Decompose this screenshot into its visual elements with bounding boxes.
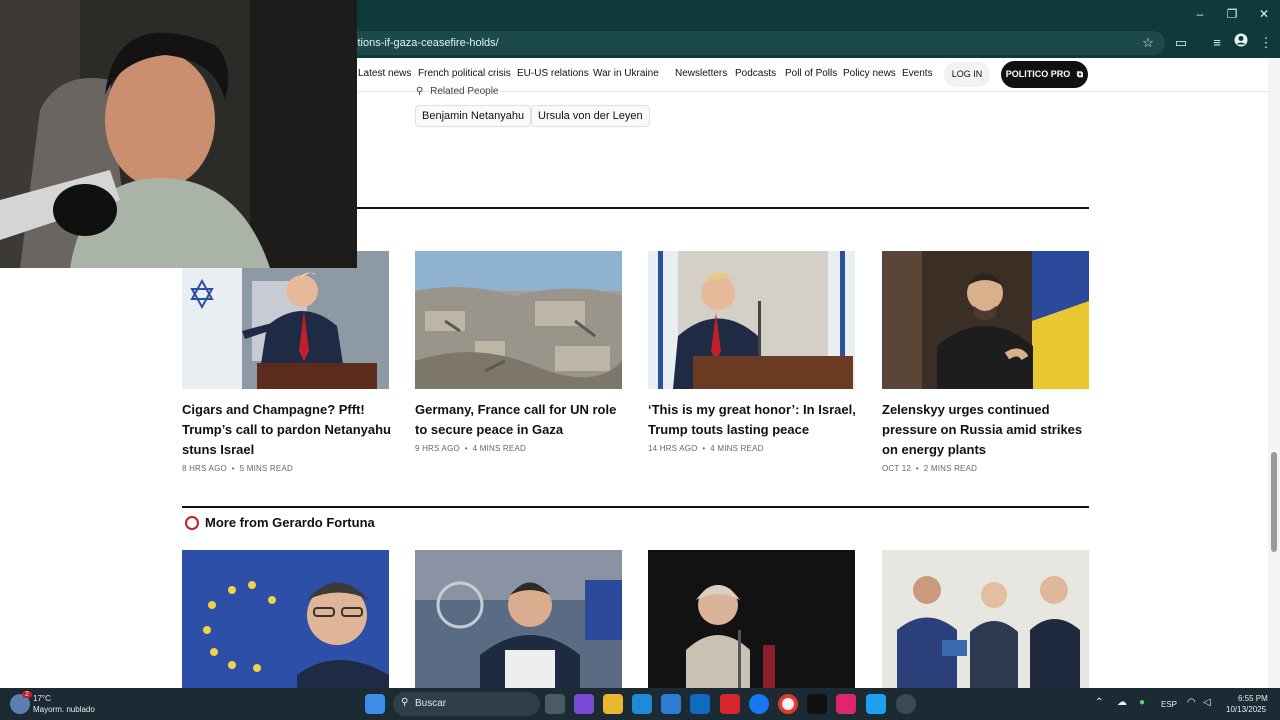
section-divider — [182, 506, 1089, 508]
taskbar-search[interactable]: Buscar — [393, 692, 540, 716]
wifi-icon[interactable]: ◠ — [1187, 697, 1196, 708]
cloud-icon[interactable]: ☁ — [1117, 697, 1127, 708]
nav-poll-of-polls[interactable]: Poll of Polls — [785, 68, 837, 79]
weather-condition: Mayorm. nublado — [33, 705, 95, 714]
article-image[interactable] — [182, 251, 389, 389]
start-icon[interactable] — [365, 694, 385, 714]
nav-policy-news[interactable]: Policy news — [843, 68, 896, 79]
article-read-time: 4 MINS READ — [472, 444, 526, 453]
scrollbar-thumb[interactable] — [1271, 452, 1277, 552]
nav-war-in-ukraine[interactable]: War in Ukraine — [593, 68, 659, 79]
search-icon: ⚲ — [401, 697, 409, 708]
related-people-heading: ⚲ Related People — [416, 86, 499, 97]
article-image[interactable] — [415, 550, 622, 688]
more-from-label: More from Gerardo Fortuna — [205, 515, 375, 530]
tiktok-studio-icon[interactable] — [836, 694, 856, 714]
twitter-icon[interactable] — [866, 694, 886, 714]
article-image[interactable] — [182, 550, 389, 688]
windows-taskbar: 2 17°C Mayorm. nublado Buscar ⚲ ⌃ ☁ ● ES… — [0, 688, 1280, 720]
article-image[interactable] — [648, 251, 855, 389]
chevron-up-icon[interactable]: ⌃ — [1095, 697, 1103, 708]
obs-icon[interactable] — [896, 694, 916, 714]
copilot-icon[interactable] — [574, 694, 594, 714]
article-time: 14 HRS AGO — [648, 444, 698, 453]
article-image[interactable] — [648, 550, 855, 688]
related-person-chip[interactable]: Benjamin Netanyahu — [415, 105, 532, 127]
tab-search-icon[interactable]: ≡ — [1207, 33, 1227, 53]
article-meta: 9 HRS AGO • 4 MINS READ — [415, 444, 526, 453]
close-window-button[interactable]: ✕ — [1248, 0, 1280, 28]
article-meta: OCT 12 • 2 MINS READ — [882, 464, 978, 473]
article-read-time: 5 MINS READ — [239, 464, 293, 473]
nav-newsletters[interactable]: Newsletters — [675, 68, 727, 79]
more-from-heading: More from Gerardo Fortuna — [185, 515, 375, 530]
file-explorer-icon[interactable] — [603, 694, 623, 714]
article-image[interactable] — [882, 550, 1089, 688]
article-read-time: 2 MINS READ — [923, 464, 978, 473]
article-title[interactable]: ‘This is my great honor’: In Israel, Tru… — [648, 400, 858, 440]
window-controls: – ❐ ✕ — [1184, 0, 1280, 28]
star-icon[interactable]: ☆ — [1138, 33, 1158, 53]
search-placeholder: Buscar — [415, 698, 447, 709]
politico-pro-label: POLITICO PRO — [1005, 69, 1071, 79]
restore-button[interactable]: ❐ — [1216, 0, 1248, 28]
nav-latest-news[interactable]: Latest news — [358, 68, 411, 79]
nav-french-political-crisis[interactable]: French political crisis — [418, 68, 511, 79]
clock-date[interactable]: 10/13/2025 — [1226, 705, 1266, 714]
tiktok-icon[interactable] — [807, 694, 827, 714]
politico-pro-button[interactable]: POLITICO PRO ⧉ — [1001, 61, 1088, 88]
article-title[interactable]: Zelenskyy urges continued pressure on Ru… — [882, 400, 1092, 460]
nav-eu-us-relations[interactable]: EU-US relations — [517, 68, 589, 79]
nav-events[interactable]: Events — [902, 68, 933, 79]
volume-icon[interactable]: ◁ — [1203, 697, 1211, 708]
external-link-icon: ⧉ — [1076, 69, 1084, 79]
clock-time[interactable]: 6:55 PM — [1238, 694, 1268, 703]
circle-icon — [185, 515, 199, 530]
weather-temp: 17°C — [33, 694, 51, 703]
address-bar[interactable]: ctions-if-gaza-ceasefire-holds/ — [340, 31, 1165, 55]
language-indicator[interactable]: ESP — [1161, 700, 1177, 709]
related-person-chip[interactable]: Ursula von der Leyen — [531, 105, 650, 127]
edge-icon[interactable] — [632, 694, 652, 714]
article-title[interactable]: Germany, France call for UN role to secu… — [415, 400, 625, 440]
facebook-icon[interactable] — [749, 694, 769, 714]
article-time: 9 HRS AGO — [415, 444, 460, 453]
article-title[interactable]: Cigars and Champagne? Pfft! Trump’s call… — [182, 400, 392, 460]
profile-icon[interactable] — [1231, 33, 1251, 53]
article-image[interactable] — [415, 251, 622, 389]
weather-badge: 2 — [22, 691, 32, 698]
article-meta: 14 HRS AGO • 4 MINS READ — [648, 444, 764, 453]
outlook-icon[interactable] — [690, 694, 710, 714]
menu-icon[interactable]: ⋮ — [1256, 33, 1276, 53]
chrome-icon[interactable] — [778, 694, 798, 714]
article-meta: 8 HRS AGO • 5 MINS READ — [182, 464, 293, 473]
article-time: 8 HRS AGO — [182, 464, 227, 473]
webcam-overlay — [0, 0, 357, 268]
article-time: OCT 12 — [882, 464, 912, 473]
scrollbar[interactable] — [1268, 58, 1280, 688]
store-icon[interactable] — [661, 694, 681, 714]
person-icon: ⚲ — [416, 86, 424, 97]
article-read-time: 4 MINS READ — [710, 444, 764, 453]
login-button[interactable]: LOG IN — [944, 62, 990, 87]
minimize-button[interactable]: – — [1184, 0, 1216, 28]
microphone-icon[interactable]: ● — [1139, 697, 1145, 708]
cast-icon[interactable]: ▭ — [1171, 33, 1191, 53]
youtube-icon[interactable] — [720, 694, 740, 714]
nav-podcasts[interactable]: Podcasts — [735, 68, 776, 79]
article-image[interactable] — [882, 251, 1089, 389]
task-view-icon[interactable] — [545, 694, 565, 714]
related-people-label: Related People — [430, 86, 499, 97]
